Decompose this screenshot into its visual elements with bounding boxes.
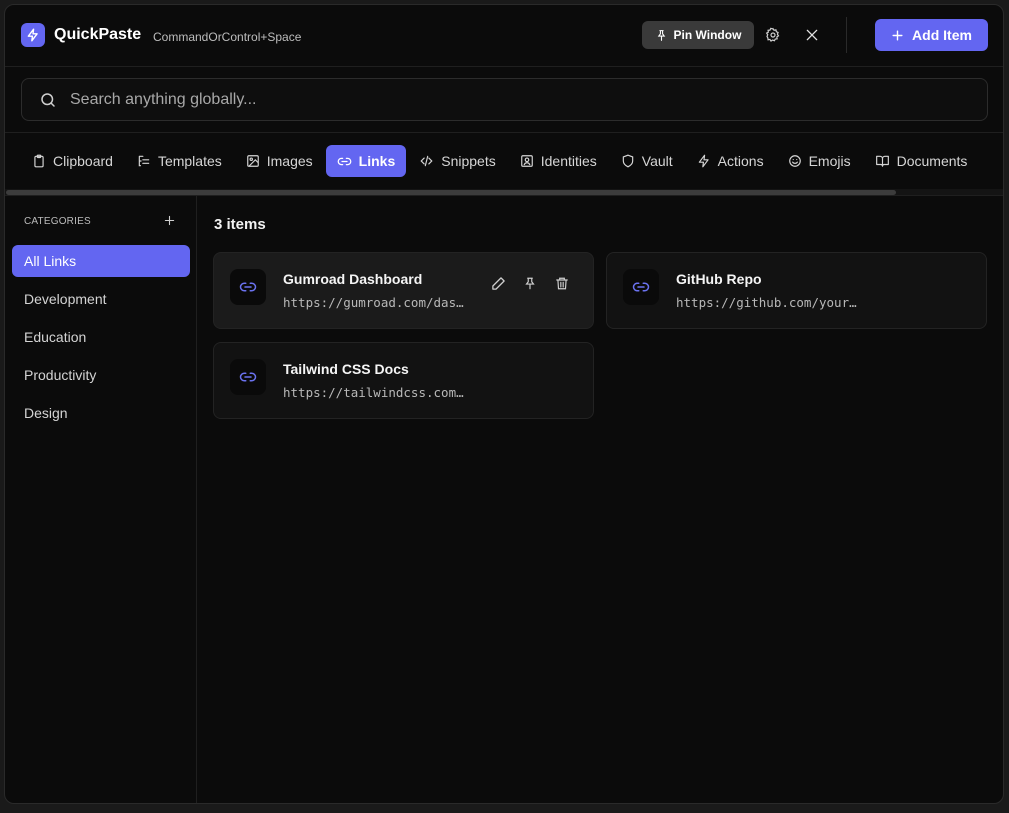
identity-icon (520, 155, 533, 167)
categories-sidebar: CATEGORIES All Links Development Educati… (5, 196, 197, 803)
link-icon (230, 359, 266, 395)
tab-links[interactable]: Links (325, 145, 407, 177)
code-icon (420, 155, 433, 167)
item-count: 3 items (214, 216, 266, 233)
tab-vault[interactable]: Vault (610, 145, 684, 177)
book-icon (875, 155, 889, 167)
card-title: GitHub Repo (676, 271, 762, 287)
category-development[interactable]: Development (12, 283, 190, 315)
card-title: Tailwind CSS Docs (283, 361, 409, 377)
category-all-links[interactable]: All Links (12, 245, 190, 277)
categories-header: CATEGORIES (24, 216, 91, 227)
card-title: Gumroad Dashboard (283, 271, 423, 287)
smile-icon (788, 155, 801, 167)
app-title: QuickPaste (54, 26, 142, 43)
link-card[interactable]: GitHub Repo https://github.com/your-user… (606, 252, 987, 329)
card-url: https://tailwindcss.com/docs (283, 385, 471, 400)
link-card[interactable]: Gumroad Dashboard https://gumroad.com/da… (213, 252, 594, 329)
templates-icon (138, 155, 150, 167)
tab-label: Documents (896, 153, 968, 169)
settings-gear-icon[interactable] (763, 25, 783, 45)
link-card[interactable]: Tailwind CSS Docs https://tailwindcss.co… (213, 342, 594, 419)
tab-snippets[interactable]: Snippets (408, 145, 506, 177)
add-category-plus-icon[interactable] (161, 212, 177, 228)
header-divider (846, 17, 847, 53)
global-search (21, 78, 988, 121)
card-url: https://gumroad.com/dashboard (283, 295, 471, 310)
shortcut-hint: CommandOrControl+Space (153, 30, 302, 44)
pin-icon (657, 29, 665, 41)
tab-documents[interactable]: Documents (864, 145, 979, 177)
tab-label: Emojis (808, 153, 851, 169)
tab-clipboard[interactable]: Clipboard (21, 145, 124, 177)
add-item-button[interactable]: Add Item (875, 19, 988, 51)
search-icon (39, 91, 57, 114)
tab-emojis[interactable]: Emojis (777, 145, 862, 177)
link-icon (230, 269, 266, 305)
clipboard-icon (34, 154, 44, 168)
tab-bar: Clipboard Templates Images Links Snippet… (21, 145, 980, 178)
add-item-label: Add Item (912, 27, 972, 43)
card-actions (488, 273, 572, 293)
header: QuickPaste CommandOrControl+Space Pin Wi… (5, 5, 1003, 67)
tab-actions[interactable]: Actions (686, 145, 775, 177)
tab-label: Clipboard (53, 153, 113, 169)
edit-pencil-icon[interactable] (488, 273, 508, 293)
tab-label: Actions (717, 153, 764, 169)
close-icon[interactable] (802, 25, 822, 45)
delete-trash-icon[interactable] (552, 273, 572, 293)
tab-templates[interactable]: Templates (126, 145, 233, 177)
pin-window-button[interactable]: Pin Window (642, 21, 754, 49)
app-window: QuickPaste CommandOrControl+Space Pin Wi… (4, 4, 1004, 804)
link-icon (623, 269, 659, 305)
shield-icon (622, 154, 634, 168)
bolt-icon (698, 154, 709, 168)
tab-identities[interactable]: Identities (509, 145, 608, 177)
tab-images[interactable]: Images (235, 145, 324, 177)
card-url: https://github.com/your-username (676, 295, 864, 310)
pin-icon[interactable] (520, 273, 540, 293)
plus-icon (892, 29, 903, 41)
pin-window-label: Pin Window (673, 28, 742, 42)
category-list: All Links Development Education Producti… (12, 245, 190, 435)
tab-label: Identities (540, 153, 597, 169)
divider (5, 132, 1003, 133)
tab-label: Links (358, 153, 396, 169)
category-productivity[interactable]: Productivity (12, 359, 190, 391)
image-icon (246, 155, 259, 167)
category-education[interactable]: Education (12, 321, 190, 353)
tab-label: Images (266, 153, 313, 169)
category-design[interactable]: Design (12, 397, 190, 429)
tab-label: Vault (641, 153, 673, 169)
tab-label: Snippets (441, 153, 496, 169)
bolt-logo-icon (21, 23, 45, 47)
tab-label: Templates (157, 153, 222, 169)
search-input[interactable] (70, 79, 970, 120)
link-icon (337, 157, 351, 165)
